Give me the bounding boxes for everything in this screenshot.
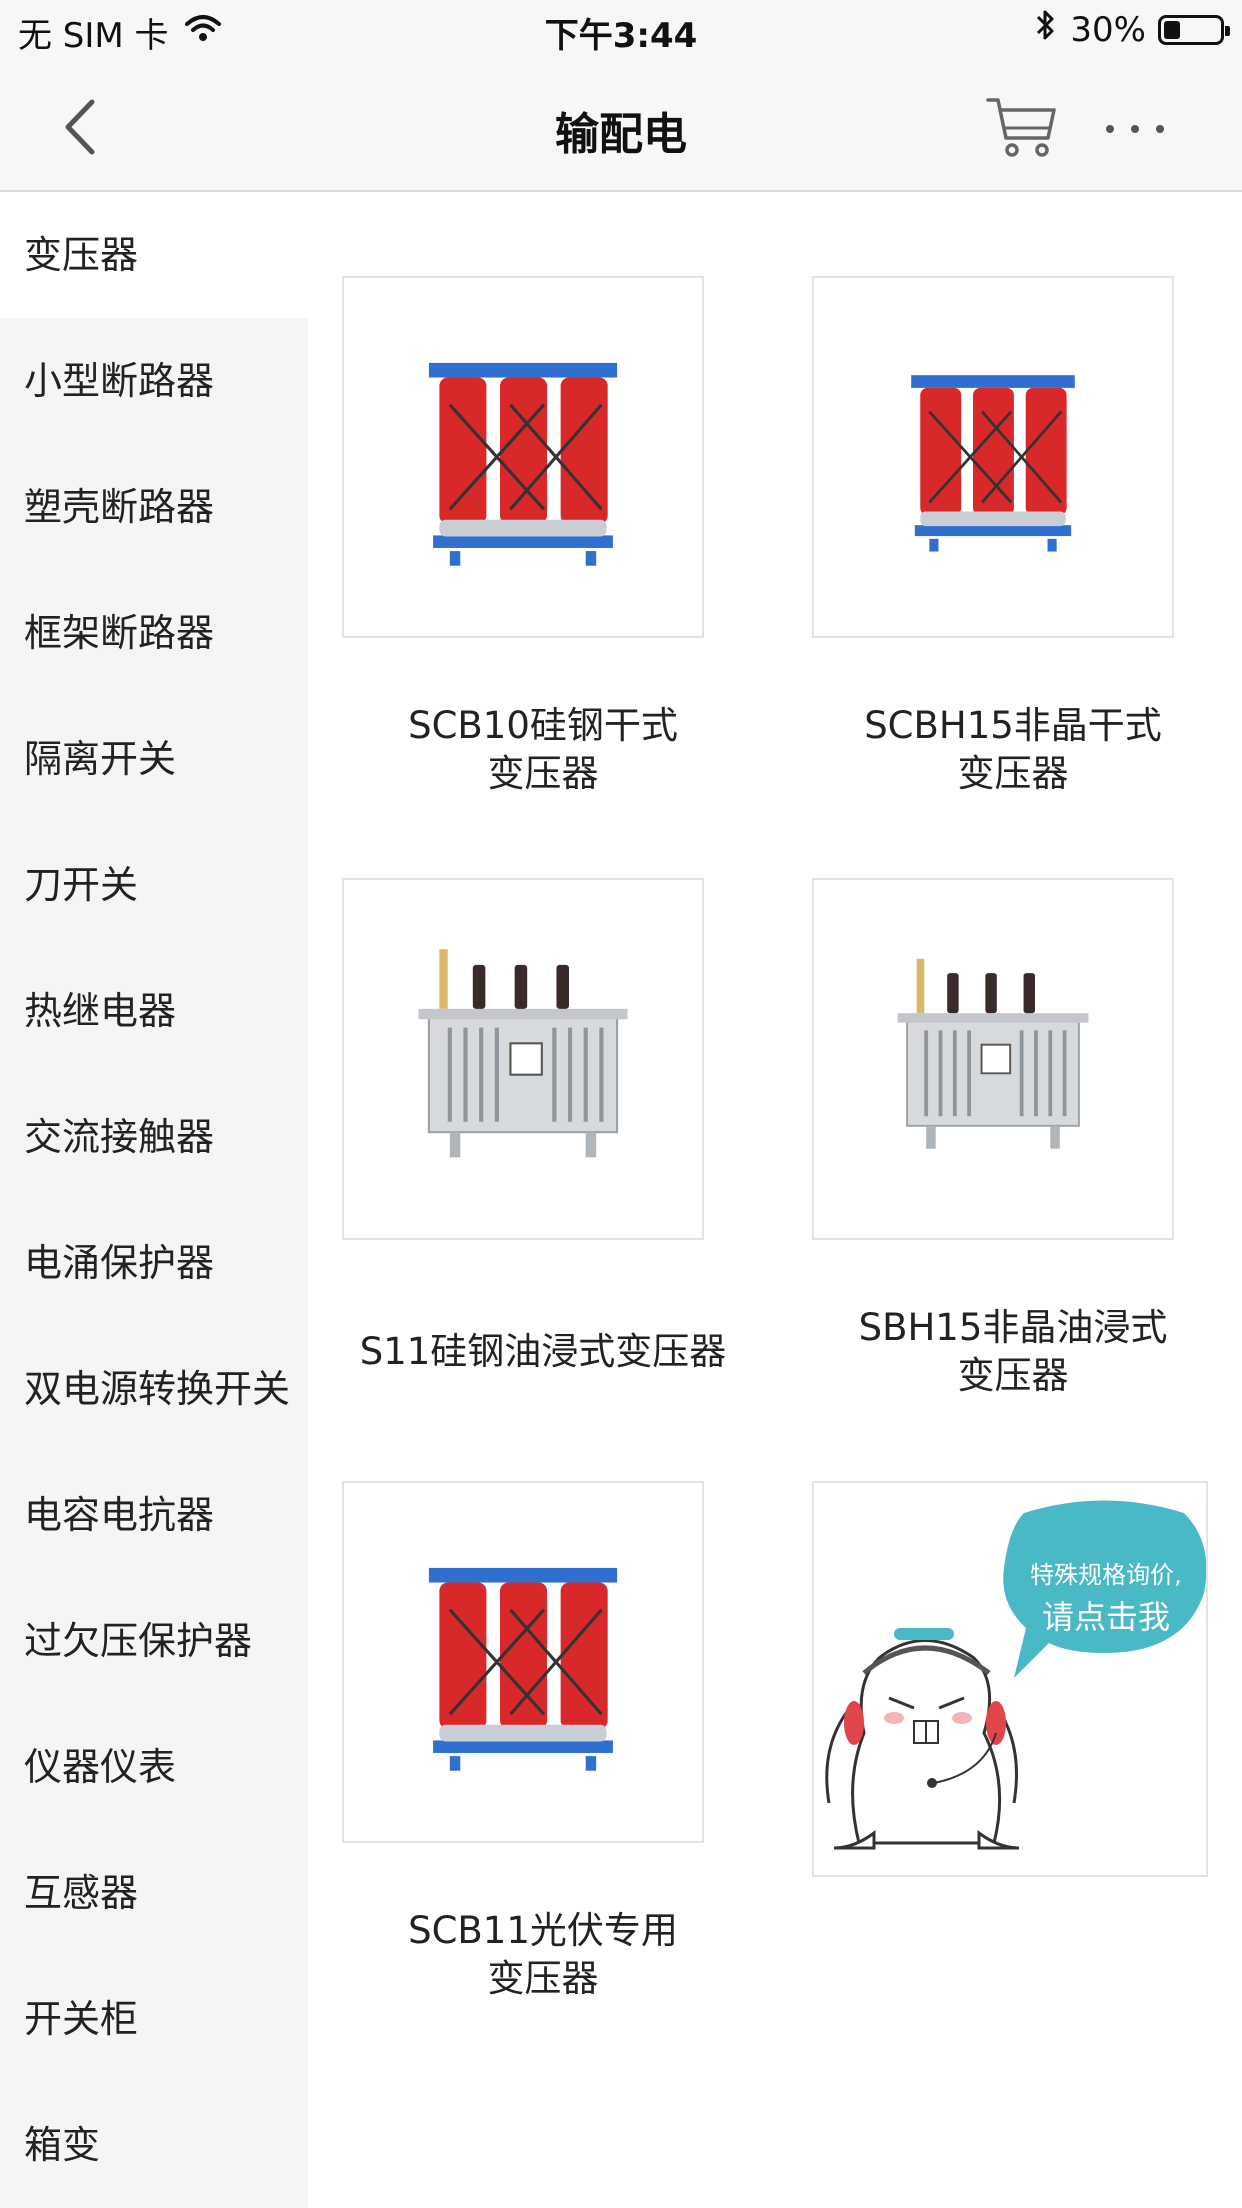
sidebar-item-mini-breaker[interactable]: 小型断路器 <box>0 318 308 444</box>
battery-icon <box>1158 14 1230 45</box>
sidebar-item-knife-switch[interactable]: 刀开关 <box>0 822 308 948</box>
sidebar-item-contactor[interactable]: 交流接触器 <box>0 1074 308 1200</box>
sidebar-item-mccb[interactable]: 塑壳断路器 <box>0 444 308 570</box>
oil-transformer-image <box>393 944 653 1174</box>
product-name[interactable]: S11硅钢油浸式变压器 <box>308 1328 778 1376</box>
product-image[interactable] <box>812 878 1174 1240</box>
product-name[interactable]: SCB11光伏专用 变压器 <box>308 1907 778 2003</box>
cart-button[interactable] <box>984 90 1060 166</box>
dry-transformer-image <box>893 357 1093 557</box>
product-image[interactable] <box>812 276 1174 638</box>
product-name[interactable]: SCB10硅钢干式 变压器 <box>308 702 778 798</box>
sidebar-item-ats[interactable]: 双电源转换开关 <box>0 1326 308 1452</box>
sidebar-item-thermal-relay[interactable]: 热继电器 <box>0 948 308 1074</box>
battery-fill <box>1164 20 1180 39</box>
sidebar-item-capacitor[interactable]: 电容电抗器 <box>0 1452 308 1578</box>
dry-transformer-image <box>408 342 638 572</box>
status-bar: 无 SIM 卡 下午3:44 30% <box>0 0 1242 64</box>
category-sidebar: 变压器 小型断路器 塑壳断路器 框架断路器 隔离开关 刀开关 热继电器 交流接触… <box>0 192 308 2208</box>
rabbit-mascot-icon <box>825 1628 1020 1850</box>
battery-percent: 30% <box>1070 9 1146 50</box>
sidebar-item-isolator[interactable]: 隔离开关 <box>0 696 308 822</box>
inquiry-line2: 请点击我 <box>1042 1598 1170 1636</box>
special-inquiry-card[interactable]: 特殊规格询价, 请点击我 <box>812 1481 1208 1877</box>
cart-icon <box>986 98 1056 157</box>
product-name[interactable]: SCBH15非晶干式 变压器 <box>778 702 1242 798</box>
product-image[interactable] <box>342 878 704 1240</box>
bluetooth-icon <box>1034 8 1058 51</box>
more-button[interactable] <box>1100 104 1170 154</box>
sidebar-item-surge-protector[interactable]: 电涌保护器 <box>0 1200 308 1326</box>
inquiry-line1: 特殊规格询价, <box>1030 1561 1182 1589</box>
more-dots-icon <box>1106 125 1164 133</box>
sidebar-item-current-transformer[interactable]: 互感器 <box>0 1830 308 1956</box>
dry-transformer-image <box>408 1547 638 1777</box>
sidebar-item-transformer[interactable]: 变压器 <box>0 192 308 318</box>
sidebar-item-switchgear[interactable]: 开关柜 <box>0 1956 308 2082</box>
product-image[interactable] <box>342 1481 704 1843</box>
sidebar-item-box-substation[interactable]: 箱变 <box>0 2082 308 2208</box>
sidebar-item-voltage-protector[interactable]: 过欠压保护器 <box>0 1578 308 1704</box>
sidebar-item-acb[interactable]: 框架断路器 <box>0 570 308 696</box>
product-image[interactable] <box>342 276 704 638</box>
sidebar-item-instruments[interactable]: 仪器仪表 <box>0 1704 308 1830</box>
nav-bar: 输配电 <box>0 64 1242 192</box>
mascot-speech-bubble-image: 特殊规格询价, 请点击我 <box>825 1500 1207 1850</box>
product-name[interactable]: SBH15非晶油浸式 变压器 <box>778 1304 1242 1400</box>
oil-transformer-image <box>878 954 1108 1164</box>
